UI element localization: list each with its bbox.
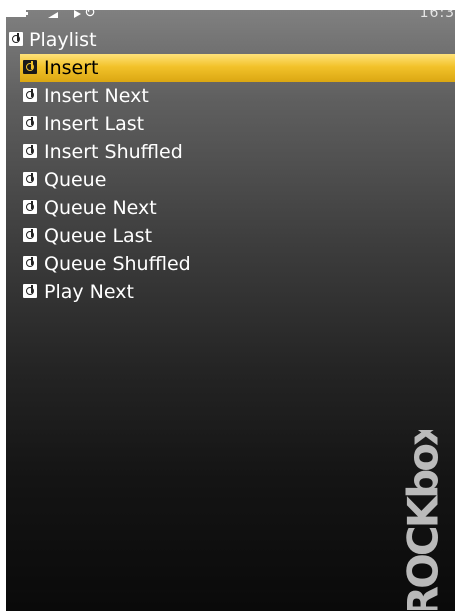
volume-icon [48,12,58,18]
clock: 16:31 [419,10,455,21]
menu-item-label: Queue [44,169,107,191]
menu-item-icon [23,228,37,242]
menu-item-insert-next[interactable]: Insert Next [6,82,455,110]
menu-item-queue-next[interactable]: Queue Next [6,194,455,222]
menu-item-label: Insert Next [44,85,149,107]
play-icon [74,10,81,18]
menu-item-label: Queue Shuffled [44,253,191,275]
battery-icon [6,10,28,17]
menu-item-label: Insert [44,57,99,79]
menu-item-icon [23,200,37,214]
menu-title: Playlist [6,26,455,54]
menu-item-label: Insert Shuffled [44,141,183,163]
menu-item-insert-shuffled[interactable]: Insert Shuffled [6,138,455,166]
menu-item-icon [23,60,37,74]
menu-item-insert[interactable]: Insert [20,54,455,82]
menu-item-queue-shuffled[interactable]: Queue Shuffled [6,250,455,278]
menu-item-icon [23,172,37,186]
playlist-menu: Insert Insert Next Insert Last Insert Sh… [6,54,455,306]
menu-item-icon [23,116,37,130]
menu-item-label: Insert Last [44,113,145,135]
player-screen: ↻ 16:31 Playlist Insert Insert Next Inse… [6,10,455,611]
menu-item-insert-last[interactable]: Insert Last [6,110,455,138]
status-bar: ↻ 16:31 [6,10,455,25]
menu-item-label: Play Next [44,281,134,303]
menu-item-label: Queue Next [44,197,157,219]
menu-item-icon [23,144,37,158]
rockbox-logo-text: ROCKbox [399,430,447,610]
menu-item-label: Queue Last [44,225,153,247]
page-title: Playlist [29,29,97,51]
menu-item-icon [23,284,37,298]
menu-folder-icon [9,32,23,46]
menu-item-queue-last[interactable]: Queue Last [6,222,455,250]
rockbox-logo: ROCKbox [399,430,447,610]
menu-item-icon [23,256,37,270]
menu-item-queue[interactable]: Queue [6,166,455,194]
repeat-icon: ↻ [84,10,96,21]
menu-item-play-next[interactable]: Play Next [6,278,455,306]
menu-item-icon [23,88,37,102]
